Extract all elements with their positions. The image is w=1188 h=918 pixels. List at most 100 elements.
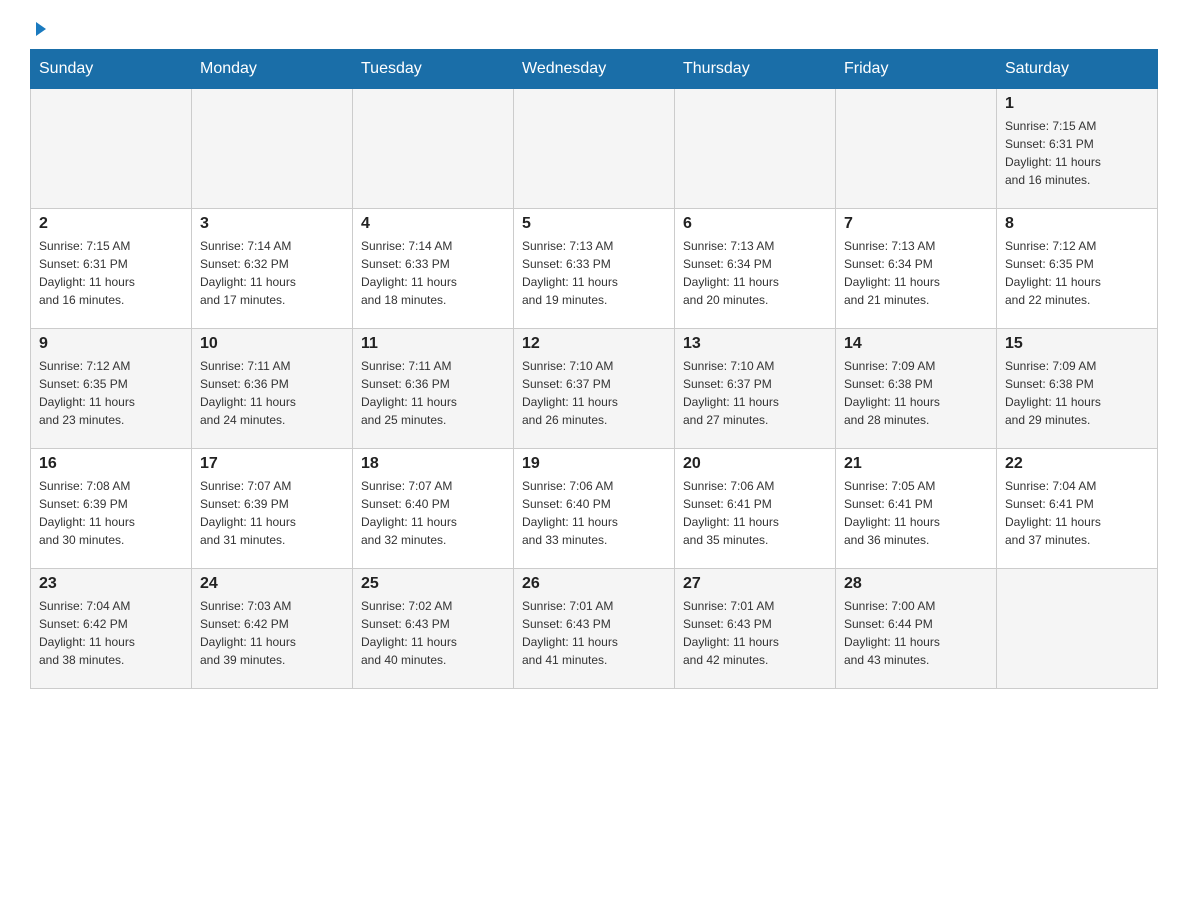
calendar-header-tuesday: Tuesday bbox=[353, 50, 514, 89]
day-info: Sunrise: 7:12 AMSunset: 6:35 PMDaylight:… bbox=[1005, 237, 1149, 309]
calendar-cell: 7 Sunrise: 7:13 AMSunset: 6:34 PMDaylight… bbox=[836, 209, 997, 329]
calendar-cell: 24 Sunrise: 7:03 AMSunset: 6:42 PMDayligh… bbox=[192, 569, 353, 689]
day-number: 21 bbox=[844, 455, 988, 473]
calendar-cell: 28 Sunrise: 7:00 AMSunset: 6:44 PMDayligh… bbox=[836, 569, 997, 689]
calendar-header-friday: Friday bbox=[836, 50, 997, 89]
day-number: 13 bbox=[683, 335, 827, 353]
day-info: Sunrise: 7:14 AMSunset: 6:33 PMDaylight:… bbox=[361, 237, 505, 309]
calendar-cell: 5 Sunrise: 7:13 AMSunset: 6:33 PMDaylight… bbox=[514, 209, 675, 329]
day-info: Sunrise: 7:09 AMSunset: 6:38 PMDaylight:… bbox=[844, 357, 988, 429]
calendar-week-3: 9 Sunrise: 7:12 AMSunset: 6:35 PMDaylight… bbox=[31, 329, 1158, 449]
calendar-header-sunday: Sunday bbox=[31, 50, 192, 89]
day-number: 17 bbox=[200, 455, 344, 473]
day-number: 2 bbox=[39, 215, 183, 233]
calendar-cell bbox=[675, 89, 836, 209]
calendar-header-thursday: Thursday bbox=[675, 50, 836, 89]
day-info: Sunrise: 7:11 AMSunset: 6:36 PMDaylight:… bbox=[361, 357, 505, 429]
calendar-cell: 22 Sunrise: 7:04 AMSunset: 6:41 PMDayligh… bbox=[997, 449, 1158, 569]
calendar-cell: 16 Sunrise: 7:08 AMSunset: 6:39 PMDayligh… bbox=[31, 449, 192, 569]
calendar-cell: 10 Sunrise: 7:11 AMSunset: 6:36 PMDayligh… bbox=[192, 329, 353, 449]
day-info: Sunrise: 7:13 AMSunset: 6:34 PMDaylight:… bbox=[683, 237, 827, 309]
day-number: 9 bbox=[39, 335, 183, 353]
day-info: Sunrise: 7:07 AMSunset: 6:40 PMDaylight:… bbox=[361, 477, 505, 549]
day-number: 26 bbox=[522, 575, 666, 593]
calendar-cell: 27 Sunrise: 7:01 AMSunset: 6:43 PMDayligh… bbox=[675, 569, 836, 689]
day-info: Sunrise: 7:09 AMSunset: 6:38 PMDaylight:… bbox=[1005, 357, 1149, 429]
day-info: Sunrise: 7:15 AMSunset: 6:31 PMDaylight:… bbox=[1005, 117, 1149, 189]
calendar-cell: 3Sunrise: 7:14 AMSunset: 6:32 PMDaylight… bbox=[192, 209, 353, 329]
calendar-cell bbox=[514, 89, 675, 209]
calendar-cell: 2 Sunrise: 7:15 AMSunset: 6:31 PMDaylight… bbox=[31, 209, 192, 329]
day-number: 25 bbox=[361, 575, 505, 593]
calendar-cell: 18 Sunrise: 7:07 AMSunset: 6:40 PMDayligh… bbox=[353, 449, 514, 569]
calendar-cell: 9 Sunrise: 7:12 AMSunset: 6:35 PMDaylight… bbox=[31, 329, 192, 449]
calendar-cell: 4 Sunrise: 7:14 AMSunset: 6:33 PMDaylight… bbox=[353, 209, 514, 329]
day-info: Sunrise: 7:15 AMSunset: 6:31 PMDaylight:… bbox=[39, 237, 183, 309]
calendar-header-monday: Monday bbox=[192, 50, 353, 89]
calendar-cell: 13 Sunrise: 7:10 AMSunset: 6:37 PMDayligh… bbox=[675, 329, 836, 449]
calendar-cell: 20Sunrise: 7:06 AMSunset: 6:41 PMDayligh… bbox=[675, 449, 836, 569]
day-number: 12 bbox=[522, 335, 666, 353]
day-number: 11 bbox=[361, 335, 505, 353]
calendar-cell: 17 Sunrise: 7:07 AMSunset: 6:39 PMDayligh… bbox=[192, 449, 353, 569]
calendar-cell: 23Sunrise: 7:04 AMSunset: 6:42 PMDayligh… bbox=[31, 569, 192, 689]
day-number: 14 bbox=[844, 335, 988, 353]
day-info: Sunrise: 7:12 AMSunset: 6:35 PMDaylight:… bbox=[39, 357, 183, 429]
day-info: Sunrise: 7:07 AMSunset: 6:39 PMDaylight:… bbox=[200, 477, 344, 549]
calendar-cell: 6Sunrise: 7:13 AMSunset: 6:34 PMDaylight… bbox=[675, 209, 836, 329]
day-info: Sunrise: 7:02 AMSunset: 6:43 PMDaylight:… bbox=[361, 597, 505, 669]
calendar-cell: 14 Sunrise: 7:09 AMSunset: 6:38 PMDayligh… bbox=[836, 329, 997, 449]
day-number: 7 bbox=[844, 215, 988, 233]
calendar-header-wednesday: Wednesday bbox=[514, 50, 675, 89]
day-info: Sunrise: 7:01 AMSunset: 6:43 PMDaylight:… bbox=[683, 597, 827, 669]
day-number: 28 bbox=[844, 575, 988, 593]
day-number: 15 bbox=[1005, 335, 1149, 353]
page-header bbox=[30, 20, 1158, 39]
calendar-week-1: 1 Sunrise: 7:15 AMSunset: 6:31 PMDaylight… bbox=[31, 89, 1158, 209]
day-number: 19 bbox=[522, 455, 666, 473]
day-info: Sunrise: 7:03 AMSunset: 6:42 PMDaylight:… bbox=[200, 597, 344, 669]
day-number: 4 bbox=[361, 215, 505, 233]
day-info: Sunrise: 7:04 AMSunset: 6:41 PMDaylight:… bbox=[1005, 477, 1149, 549]
calendar-cell bbox=[353, 89, 514, 209]
day-number: 22 bbox=[1005, 455, 1149, 473]
calendar-cell: 19 Sunrise: 7:06 AMSunset: 6:40 PMDayligh… bbox=[514, 449, 675, 569]
day-number: 27 bbox=[683, 575, 827, 593]
day-number: 5 bbox=[522, 215, 666, 233]
logo-arrow-icon bbox=[32, 20, 50, 43]
day-number: 18 bbox=[361, 455, 505, 473]
calendar-cell bbox=[31, 89, 192, 209]
day-number: 1 bbox=[1005, 95, 1149, 113]
day-info: Sunrise: 7:05 AMSunset: 6:41 PMDaylight:… bbox=[844, 477, 988, 549]
calendar-cell: 21 Sunrise: 7:05 AMSunset: 6:41 PMDayligh… bbox=[836, 449, 997, 569]
calendar-cell: 26 Sunrise: 7:01 AMSunset: 6:43 PMDayligh… bbox=[514, 569, 675, 689]
day-info: Sunrise: 7:11 AMSunset: 6:36 PMDaylight:… bbox=[200, 357, 344, 429]
calendar-week-2: 2 Sunrise: 7:15 AMSunset: 6:31 PMDaylight… bbox=[31, 209, 1158, 329]
calendar-cell: 11 Sunrise: 7:11 AMSunset: 6:36 PMDayligh… bbox=[353, 329, 514, 449]
calendar-header-row: SundayMondayTuesdayWednesdayThursdayFrid… bbox=[31, 50, 1158, 89]
day-number: 24 bbox=[200, 575, 344, 593]
logo bbox=[30, 20, 50, 39]
day-info: Sunrise: 7:10 AMSunset: 6:37 PMDaylight:… bbox=[683, 357, 827, 429]
day-info: Sunrise: 7:13 AMSunset: 6:34 PMDaylight:… bbox=[844, 237, 988, 309]
day-number: 3 bbox=[200, 215, 344, 233]
calendar-cell bbox=[192, 89, 353, 209]
calendar-table: SundayMondayTuesdayWednesdayThursdayFrid… bbox=[30, 49, 1158, 689]
day-number: 10 bbox=[200, 335, 344, 353]
calendar-week-4: 16 Sunrise: 7:08 AMSunset: 6:39 PMDayligh… bbox=[31, 449, 1158, 569]
day-info: Sunrise: 7:06 AMSunset: 6:41 PMDaylight:… bbox=[683, 477, 827, 549]
calendar-cell: 1 Sunrise: 7:15 AMSunset: 6:31 PMDaylight… bbox=[997, 89, 1158, 209]
day-info: Sunrise: 7:13 AMSunset: 6:33 PMDaylight:… bbox=[522, 237, 666, 309]
day-info: Sunrise: 7:01 AMSunset: 6:43 PMDaylight:… bbox=[522, 597, 666, 669]
calendar-header-saturday: Saturday bbox=[997, 50, 1158, 89]
day-info: Sunrise: 7:04 AMSunset: 6:42 PMDaylight:… bbox=[39, 597, 183, 669]
calendar-cell: 15 Sunrise: 7:09 AMSunset: 6:38 PMDayligh… bbox=[997, 329, 1158, 449]
calendar-cell bbox=[836, 89, 997, 209]
calendar-cell: 8Sunrise: 7:12 AMSunset: 6:35 PMDaylight… bbox=[997, 209, 1158, 329]
day-number: 16 bbox=[39, 455, 183, 473]
day-info: Sunrise: 7:08 AMSunset: 6:39 PMDaylight:… bbox=[39, 477, 183, 549]
calendar-cell: 25 Sunrise: 7:02 AMSunset: 6:43 PMDayligh… bbox=[353, 569, 514, 689]
day-info: Sunrise: 7:10 AMSunset: 6:37 PMDaylight:… bbox=[522, 357, 666, 429]
day-info: Sunrise: 7:06 AMSunset: 6:40 PMDaylight:… bbox=[522, 477, 666, 549]
day-info: Sunrise: 7:00 AMSunset: 6:44 PMDaylight:… bbox=[844, 597, 988, 669]
